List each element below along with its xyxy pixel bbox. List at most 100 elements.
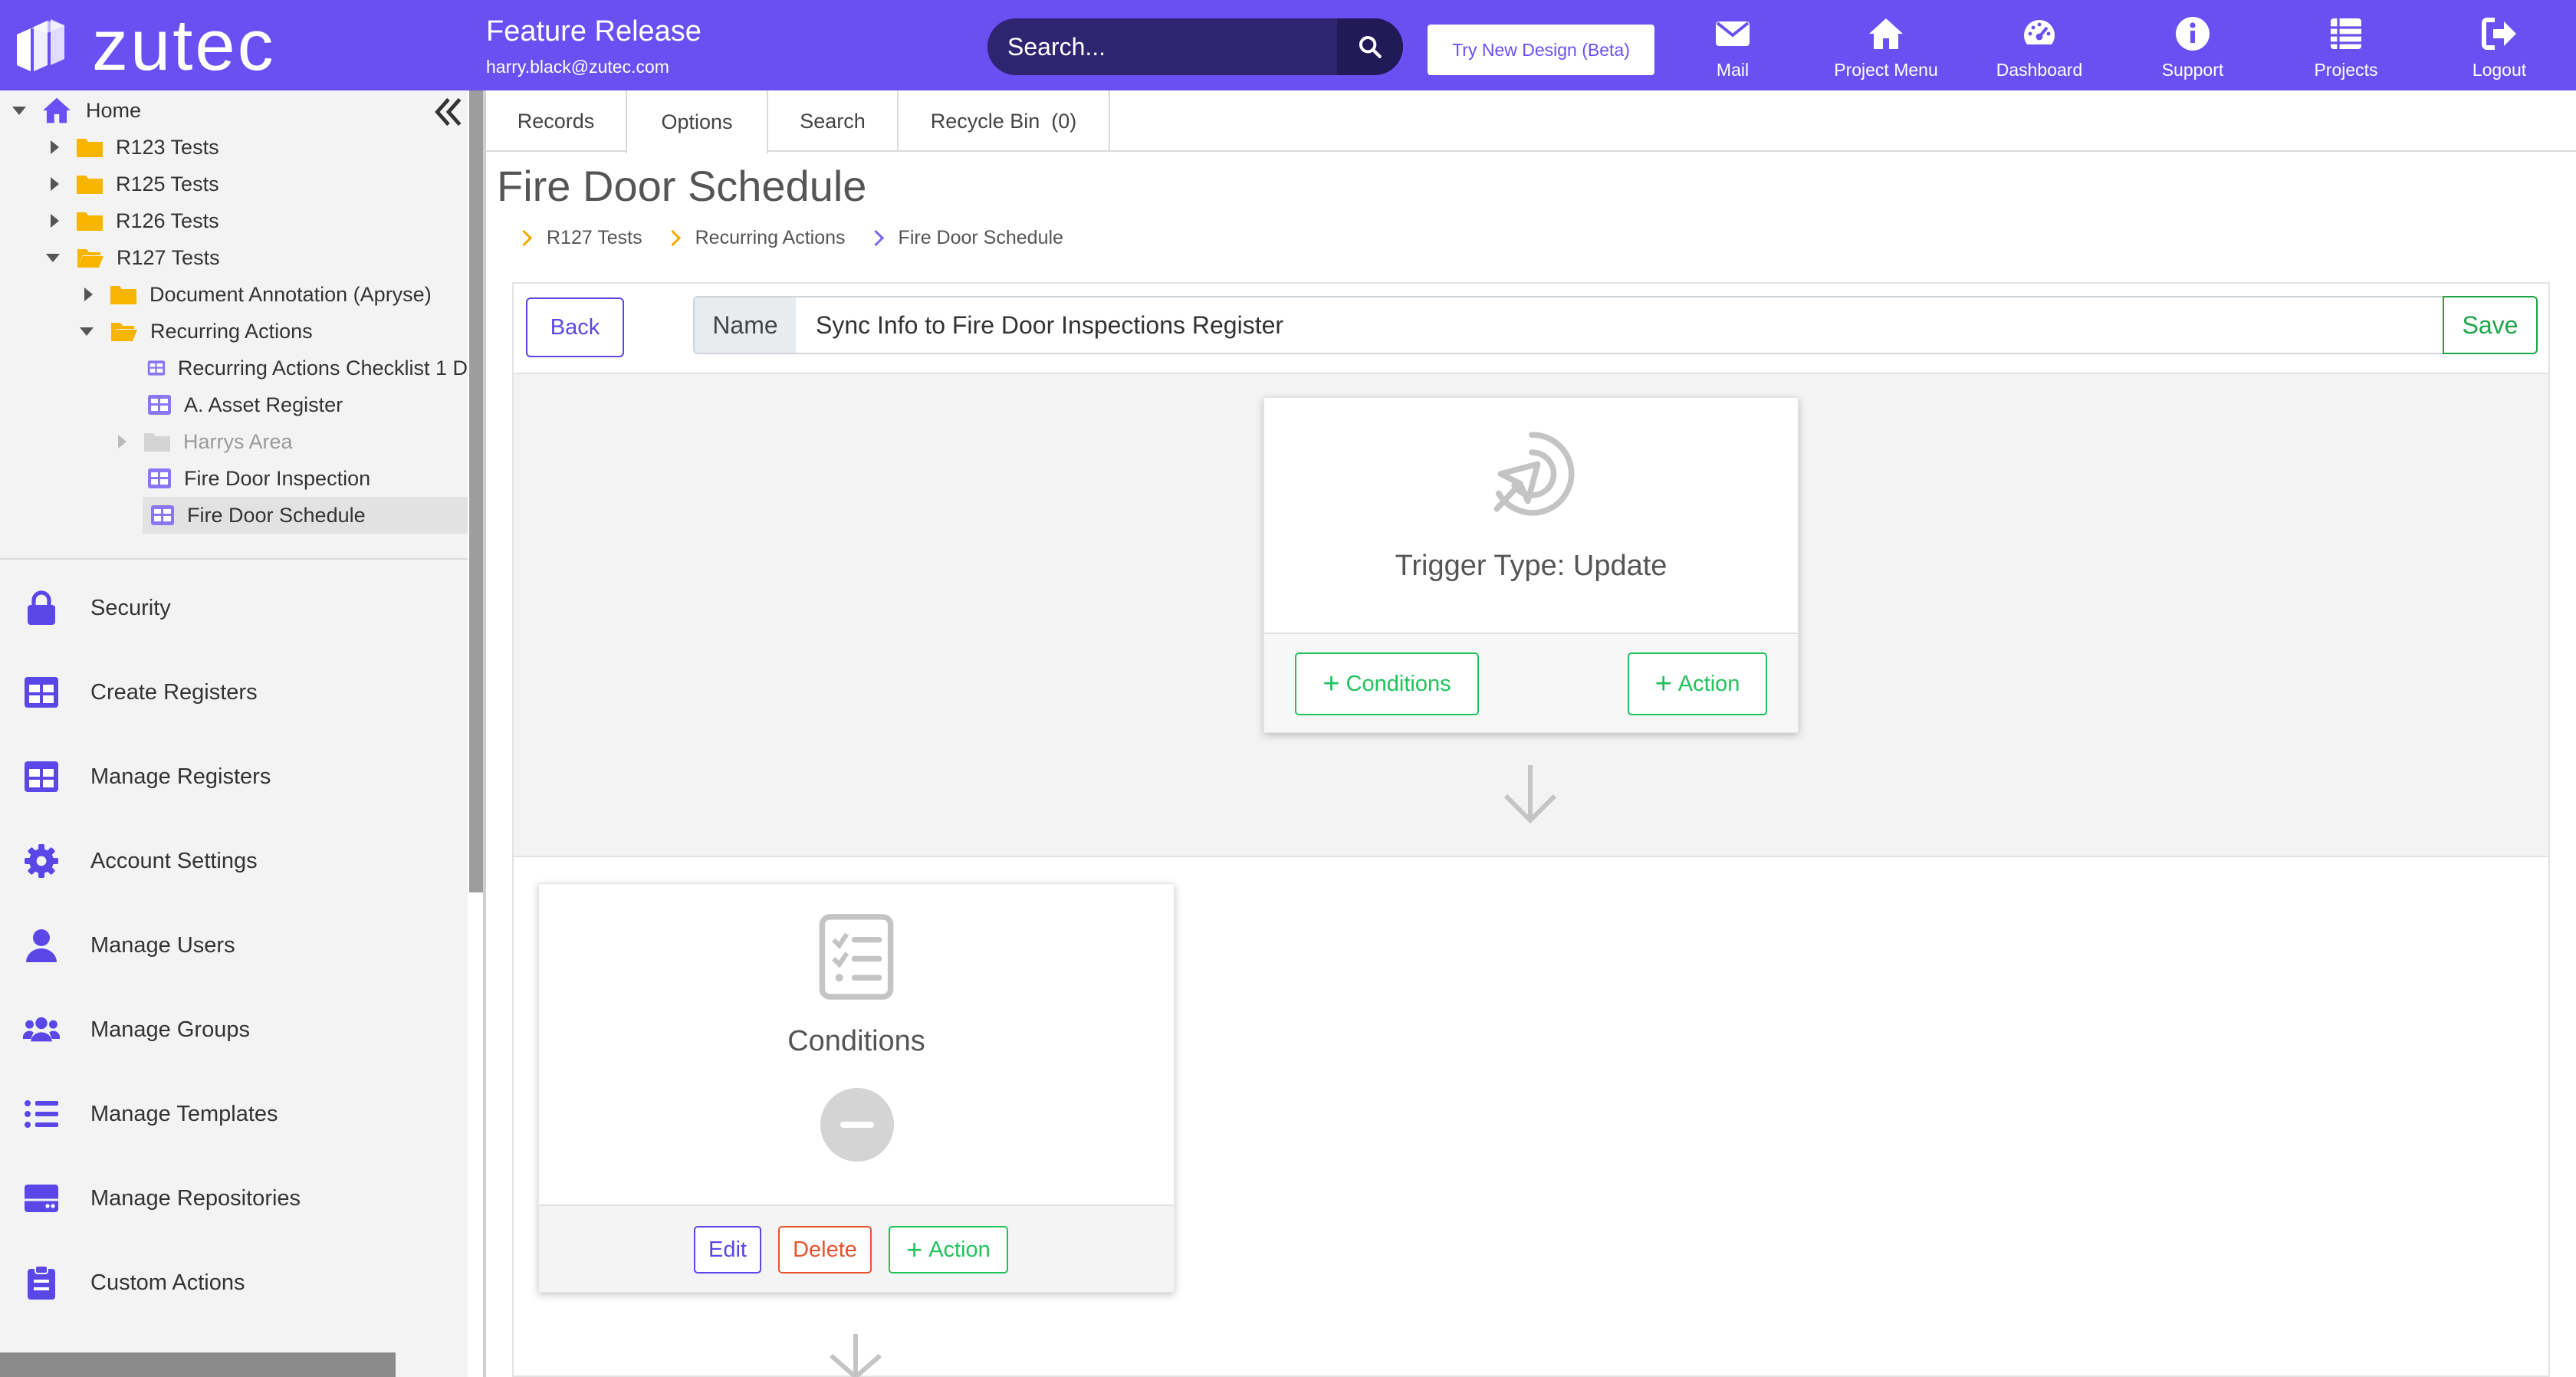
caret-right-icon	[84, 288, 93, 301]
tab-options[interactable]: Options	[626, 90, 768, 153]
menu-custom-actions[interactable]: Custom Actions	[0, 1252, 468, 1313]
tab-recycle-bin[interactable]: Recycle Bin (0)	[899, 90, 1110, 152]
caret-right-icon	[51, 177, 59, 191]
tree-item-label: Recurring Actions Checklist 1 D	[177, 356, 468, 380]
edit-conditions-button[interactable]: Edit	[694, 1226, 761, 1273]
tab-label: Recycle Bin (0)	[930, 109, 1077, 133]
menu-account-settings[interactable]: Account Settings	[0, 830, 468, 892]
nav-logout[interactable]: Logout	[2430, 11, 2568, 81]
tree-item-label: R125 Tests	[116, 172, 219, 196]
tree-item-document-annotation[interactable]: Document Annotation (Apryse)	[84, 276, 432, 313]
search-button[interactable]	[1337, 18, 1403, 75]
caret-right-icon	[51, 140, 59, 154]
arrow-down-icon	[1503, 765, 1557, 824]
sidebar-divider	[0, 558, 468, 560]
tree-item-label: A. Asset Register	[184, 393, 343, 416]
tree-item-fire-door-inspection[interactable]: Fire Door Inspection	[147, 460, 370, 497]
menu-label: Create Registers	[90, 679, 258, 705]
delete-conditions-button[interactable]: Delete	[778, 1226, 872, 1273]
tree-item-label: Harrys Area	[183, 429, 293, 453]
folder-open-icon	[111, 323, 137, 341]
caret-right-icon	[118, 435, 127, 449]
tree-item-label: R123 Tests	[116, 135, 219, 159]
tree-item-fire-door-schedule[interactable]: Fire Door Schedule	[143, 497, 468, 534]
tree-home[interactable]: Home	[12, 92, 141, 129]
caret-right-icon	[51, 214, 59, 228]
clipboard-icon	[28, 1265, 55, 1300]
tree-item-recurring-actions[interactable]: Recurring Actions	[80, 313, 313, 350]
folder-icon	[77, 212, 103, 231]
register-icon	[151, 505, 174, 525]
lock-icon	[28, 590, 55, 625]
plus-icon: +	[906, 1234, 923, 1265]
info-icon	[2176, 17, 2210, 51]
folder-icon	[110, 286, 136, 304]
nav-project-menu-label: Project Menu	[1834, 60, 1938, 80]
trigger-title: Trigger Type: Update	[1395, 550, 1668, 582]
zutec-logo-icon	[17, 19, 64, 71]
tab-label: Records	[517, 109, 595, 133]
mail-icon	[1716, 21, 1750, 46]
nav-projects[interactable]: Projects	[2277, 11, 2415, 81]
back-button[interactable]: Back	[526, 297, 624, 357]
tree-item-label: Recurring Actions	[150, 319, 313, 343]
nav-mail[interactable]: Mail	[1664, 11, 1802, 81]
tree-item-r126[interactable]: R126 Tests	[51, 202, 219, 239]
register-icon	[148, 395, 171, 415]
zutec-logo[interactable]: zutec	[14, 9, 276, 81]
project-name: Feature Release	[486, 15, 702, 48]
nav-dashboard-label: Dashboard	[1996, 60, 2083, 80]
caret-down-icon	[46, 253, 60, 262]
menu-manage-registers[interactable]: Manage Registers	[0, 746, 468, 807]
name-input[interactable]	[796, 296, 2444, 354]
conditions-add-action-button[interactable]: + Action	[889, 1226, 1008, 1273]
tree-item-asset-register[interactable]: A. Asset Register	[147, 386, 343, 423]
menu-manage-groups[interactable]: Manage Groups	[0, 999, 468, 1060]
chevron-right-icon	[867, 229, 884, 247]
tab-records[interactable]: Records	[486, 90, 627, 152]
folder-open-icon	[77, 249, 104, 268]
nav-support[interactable]: Support	[2124, 11, 2262, 81]
register-icon	[148, 468, 171, 488]
menu-label: Manage Repositories	[90, 1185, 301, 1211]
menu-create-registers[interactable]: Create Registers	[0, 662, 468, 723]
menu-manage-templates[interactable]: Manage Templates	[0, 1083, 468, 1145]
conditions-title: Conditions	[787, 1025, 925, 1057]
add-action-label: Action	[1677, 671, 1740, 696]
tab-label: Options	[661, 110, 733, 133]
sidebar-scrollbar[interactable]	[469, 90, 483, 892]
search-input[interactable]	[987, 18, 1337, 75]
nav-project-menu[interactable]: Project Menu	[1817, 11, 1955, 81]
tree-item-r123[interactable]: R123 Tests	[51, 129, 219, 166]
menu-label: Security	[90, 595, 171, 620]
tree-item-recurring-checklist[interactable]: Recurring Actions Checklist 1 D	[147, 350, 468, 386]
tab-search[interactable]: Search	[768, 90, 899, 152]
home-icon	[1869, 18, 1903, 49]
breadcrumb-item[interactable]: R127 Tests	[547, 227, 642, 249]
add-conditions-button[interactable]: + Conditions	[1295, 652, 1479, 715]
breadcrumb-item[interactable]: Recurring Actions	[695, 227, 846, 249]
nav-dashboard[interactable]: Dashboard	[1970, 11, 2108, 81]
sidebar-horizontal-scrollbar[interactable]	[0, 1352, 396, 1377]
menu-manage-users[interactable]: Manage Users	[0, 915, 468, 976]
caret-down-icon	[12, 106, 26, 115]
try-new-design-button[interactable]: Try New Design (Beta)	[1428, 25, 1654, 75]
nav-logout-label: Logout	[2472, 60, 2527, 80]
add-action-button[interactable]: + Action	[1628, 652, 1767, 715]
menu-manage-repositories[interactable]: Manage Repositories	[0, 1168, 468, 1229]
page-title: Fire Door Schedule	[497, 162, 867, 210]
collapse-sidebar-icon[interactable]	[431, 95, 466, 129]
table-icon	[25, 677, 58, 708]
menu-security[interactable]: Security	[0, 577, 468, 639]
list-icon	[25, 1100, 58, 1128]
tree-item-harrys-area[interactable]: Harrys Area	[118, 423, 293, 460]
save-button[interactable]: Save	[2443, 296, 2538, 354]
tree-item-r125[interactable]: R125 Tests	[51, 166, 219, 202]
tree-item-r127[interactable]: R127 Tests	[46, 239, 220, 276]
gear-icon	[25, 844, 58, 878]
remove-circle-icon	[820, 1088, 894, 1162]
user-email: harry.black@zutec.com	[486, 57, 669, 77]
breadcrumb-current: Fire Door Schedule	[898, 227, 1063, 248]
search-icon	[1359, 35, 1382, 58]
drive-icon	[25, 1185, 58, 1212]
